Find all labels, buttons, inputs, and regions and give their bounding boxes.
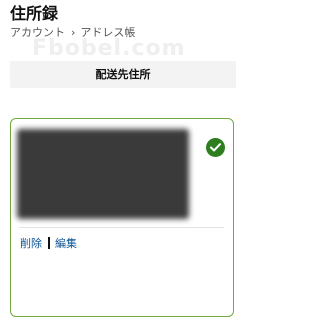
page-title: 住所録 — [10, 4, 59, 23]
selected-check-icon — [206, 138, 225, 157]
address-card[interactable]: 削除 編集 — [10, 118, 234, 317]
action-separator — [48, 237, 50, 249]
address-book-page: 住所録 アカウント › アドレス帳 Fbobel.com 配送先住所 削除 編集 — [0, 0, 250, 325]
card-actions: 削除 編集 — [20, 237, 77, 251]
redacted-address-block — [17, 129, 189, 219]
section-header-shipping-address: 配送先住所 — [10, 61, 236, 88]
edit-link[interactable]: 編集 — [55, 237, 77, 250]
delete-link[interactable]: 削除 — [20, 237, 42, 250]
card-divider — [19, 227, 224, 228]
watermark: Fbobel.com — [32, 36, 186, 61]
